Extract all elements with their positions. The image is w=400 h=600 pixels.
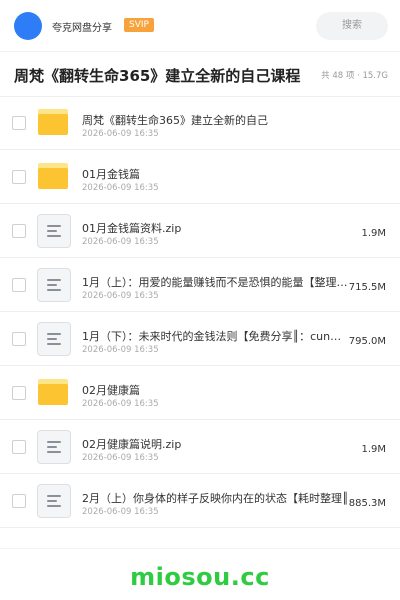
file-list: 周梵《翻转生命365》建立全新的自己 2026-06-09 16:35 01月金钱篇… [0, 96, 400, 528]
select-checkbox[interactable] [12, 332, 26, 346]
svip-badge: SVIP [124, 18, 154, 32]
file-name: 01月金钱篇资料.zip [82, 222, 182, 235]
list-item[interactable]: 01月金钱篇 2026-06-09 16:35 [0, 150, 400, 204]
folder-icon [38, 163, 68, 189]
file-size: 795.0M [348, 336, 386, 347]
list-item[interactable]: 02月健康篇说明.zip 2026-06-09 16:35 1.9M [0, 420, 400, 474]
select-checkbox[interactable] [12, 224, 26, 238]
file-name: 01月金钱篇 [82, 168, 140, 181]
file-name: 周梵《翻转生命365》建立全新的自己 [82, 114, 268, 127]
select-checkbox[interactable] [12, 170, 26, 184]
file-date: 2026-06-09 16:35 [82, 453, 159, 463]
document-icon [37, 322, 71, 356]
share-summary: 共 48 项 · 15.7G [321, 71, 388, 81]
list-item[interactable]: 周梵《翻转生命365》建立全新的自己 2026-06-09 16:35 [0, 96, 400, 150]
file-date: 2026-06-09 16:35 [82, 129, 159, 139]
avatar[interactable] [14, 12, 42, 40]
file-name: 1月（下）：未来时代的金钱法则【免费分享║：cun… [82, 330, 342, 343]
select-checkbox[interactable] [12, 440, 26, 454]
file-date: 2026-06-09 16:35 [82, 399, 159, 409]
list-item[interactable]: 1月（上）：用爱的能量赚钱而不是恐惧的能量【整理不易】 2026-06-09 16… [0, 258, 400, 312]
file-size: 1.9M [361, 228, 386, 239]
list-item[interactable]: 1月（下）：未来时代的金钱法则【免费分享║：cun… 2026-06-09 16:… [0, 312, 400, 366]
list-item[interactable]: 01月金钱篇资料.zip 2026-06-09 16:35 1.9M [0, 204, 400, 258]
file-name: 02月健康篇说明.zip [82, 438, 182, 451]
file-size: 715.5M [348, 282, 386, 293]
select-checkbox[interactable] [12, 386, 26, 400]
document-icon [37, 430, 71, 464]
file-name: 02月健康篇 [82, 384, 140, 397]
folder-icon [38, 379, 68, 405]
document-icon [37, 268, 71, 302]
share-title-bar: 周梵《翻转生命365》建立全新的自己课程 共 48 项 · 15.7G [0, 53, 400, 97]
folder-icon [38, 109, 68, 135]
watermark: miosou.cc [130, 563, 270, 591]
file-date: 2026-06-09 16:35 [82, 183, 159, 193]
file-size: 1.9M [361, 444, 386, 455]
file-date: 2026-06-09 16:35 [82, 291, 159, 301]
file-date: 2026-06-09 16:35 [82, 237, 159, 247]
list-item[interactable]: 2月（上）你身体的样子反映你内在的状态【耗时整理║ 2026-06-09 16:3… [0, 474, 400, 528]
document-icon [37, 484, 71, 518]
file-size: 885.3M [348, 498, 386, 509]
page-title: 周梵《翻转生命365》建立全新的自己课程 [14, 67, 301, 85]
search-input[interactable]: 搜索 [316, 12, 388, 40]
select-checkbox[interactable] [12, 116, 26, 130]
file-name: 1月（上）：用爱的能量赚钱而不是恐惧的能量【整理不易】 [82, 276, 354, 289]
select-checkbox[interactable] [12, 278, 26, 292]
file-date: 2026-06-09 16:35 [82, 507, 159, 517]
select-checkbox[interactable] [12, 494, 26, 508]
footer: miosou.cc [0, 548, 400, 600]
list-item[interactable]: 02月健康篇 2026-06-09 16:35 [0, 366, 400, 420]
file-date: 2026-06-09 16:35 [82, 345, 159, 355]
file-name: 2月（上）你身体的样子反映你内在的状态【耗时整理║ [82, 492, 349, 505]
app-header: 夸克网盘分享 SVIP 搜索 [0, 0, 400, 52]
sharer-name: 夸克网盘分享 [52, 23, 112, 34]
document-icon [37, 214, 71, 248]
